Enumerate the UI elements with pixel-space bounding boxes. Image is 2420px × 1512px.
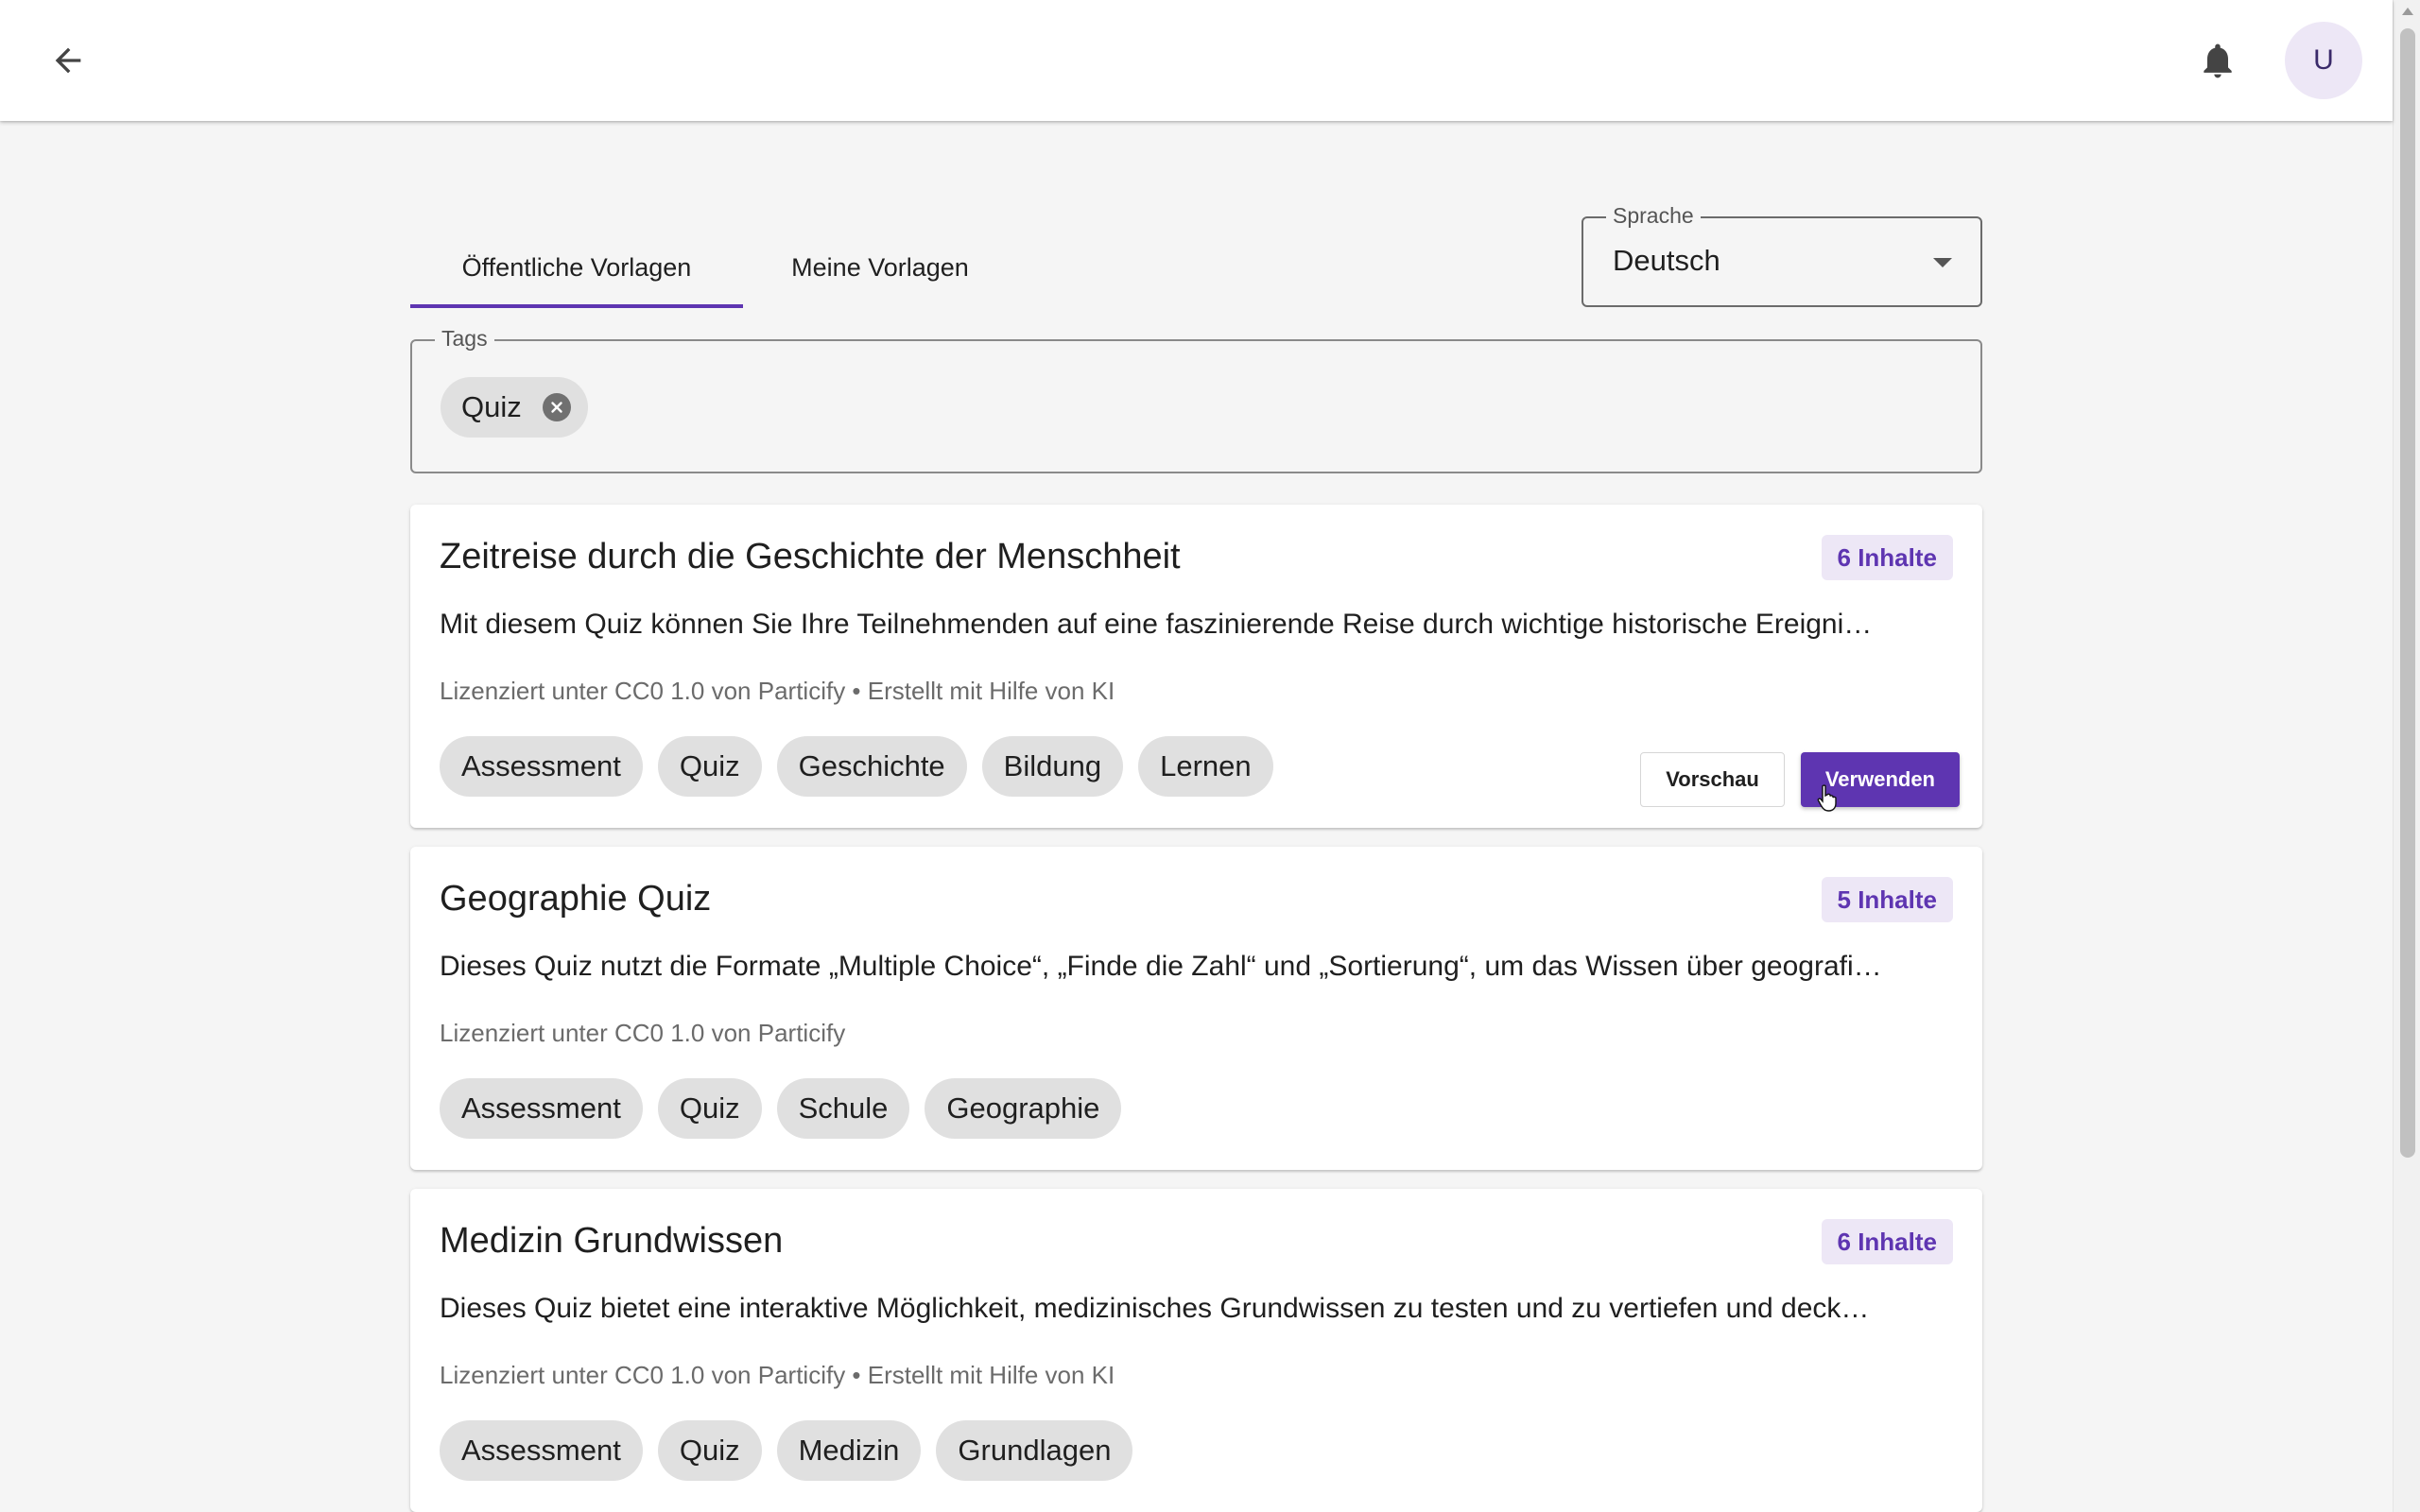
scroll-up-arrow-icon[interactable] <box>2402 8 2413 15</box>
bell-icon <box>2204 43 2232 78</box>
tag-chip: Assessment <box>440 1420 643 1481</box>
template-card: Geographie Quiz 5 Inhalte Dieses Quiz nu… <box>410 847 1982 1170</box>
tag-chip: Grundlagen <box>936 1420 1133 1481</box>
tag-chip: Quiz <box>657 736 762 797</box>
tag-chip: Quiz <box>657 1078 762 1139</box>
tag-chip: Medizin <box>776 1420 922 1481</box>
template-title: Geographie Quiz <box>440 879 712 919</box>
template-title: Medizin Grundwissen <box>440 1221 784 1261</box>
template-description: Dieses Quiz nutzt die Formate „Multiple … <box>440 951 1882 982</box>
template-license: Lizenziert unter CC0 1.0 von Particify •… <box>440 677 1115 705</box>
tab-public-templates[interactable]: Öffentliche Vorlagen <box>410 227 743 308</box>
app-bar: U <box>0 0 2393 121</box>
template-tags: Assessment Quiz Geschichte Bildung Lerne… <box>440 736 1273 797</box>
language-select[interactable]: Sprache Deutsch <box>1582 203 1982 307</box>
user-avatar[interactable]: U <box>2285 22 2362 99</box>
tab-my-templates[interactable]: Meine Vorlagen <box>756 227 1004 308</box>
tag-chip: Assessment <box>440 736 643 797</box>
tag-chip: Bildung <box>981 736 1124 797</box>
content-count-badge: 6 Inhalte <box>1821 535 1953 580</box>
hand-cursor-icon <box>1817 784 1837 812</box>
content-count-badge: 6 Inhalte <box>1821 1219 1953 1264</box>
template-actions: Vorschau Verwenden <box>1640 752 1960 807</box>
template-license: Lizenziert unter CC0 1.0 von Particify •… <box>440 1361 1115 1389</box>
arrow-left-icon <box>55 47 81 74</box>
tags-filter-label: Tags <box>435 326 494 352</box>
tag-chip: Quiz <box>657 1420 762 1481</box>
template-tags: Assessment Quiz Schule Geographie <box>440 1078 1122 1139</box>
tag-chip: Geschichte <box>776 736 967 797</box>
remove-tag-button[interactable] <box>543 393 571 421</box>
template-description: Dieses Quiz bietet eine interaktive Mögl… <box>440 1293 1870 1324</box>
template-card: Medizin Grundwissen 6 Inhalte Dieses Qui… <box>410 1189 1982 1512</box>
tags-filter-field[interactable]: Tags Quiz <box>410 326 1982 473</box>
template-tags: Assessment Quiz Medizin Grundlagen <box>440 1420 1133 1481</box>
tag-chip: Assessment <box>440 1078 643 1139</box>
template-license: Lizenziert unter CC0 1.0 von Particify <box>440 1019 846 1047</box>
content-count-badge: 5 Inhalte <box>1821 877 1953 922</box>
page-scrollbar[interactable] <box>2393 0 2420 1512</box>
selected-tag-chip: Quiz <box>441 377 588 438</box>
selected-tag-label: Quiz <box>461 390 522 423</box>
back-button[interactable] <box>38 30 98 91</box>
notifications-button[interactable] <box>2187 30 2248 91</box>
close-icon <box>551 402 562 413</box>
template-card: Zeitreise durch die Geschichte der Mensc… <box>410 505 1982 828</box>
template-description: Mit diesem Quiz können Sie Ihre Teilnehm… <box>440 609 1873 640</box>
template-title: Zeitreise durch die Geschichte der Mensc… <box>440 537 1181 576</box>
tag-chip: Geographie <box>925 1078 1122 1139</box>
language-select-value: Deutsch <box>1613 244 1720 277</box>
dropdown-arrow-icon <box>1933 258 1952 267</box>
scrollbar-thumb[interactable] <box>2400 28 2415 1158</box>
preview-button[interactable]: Vorschau <box>1640 752 1785 807</box>
tag-chip: Schule <box>776 1078 910 1139</box>
language-select-label: Sprache <box>1606 203 1701 229</box>
active-tab-indicator <box>410 304 743 308</box>
tag-chip: Lernen <box>1138 736 1273 797</box>
